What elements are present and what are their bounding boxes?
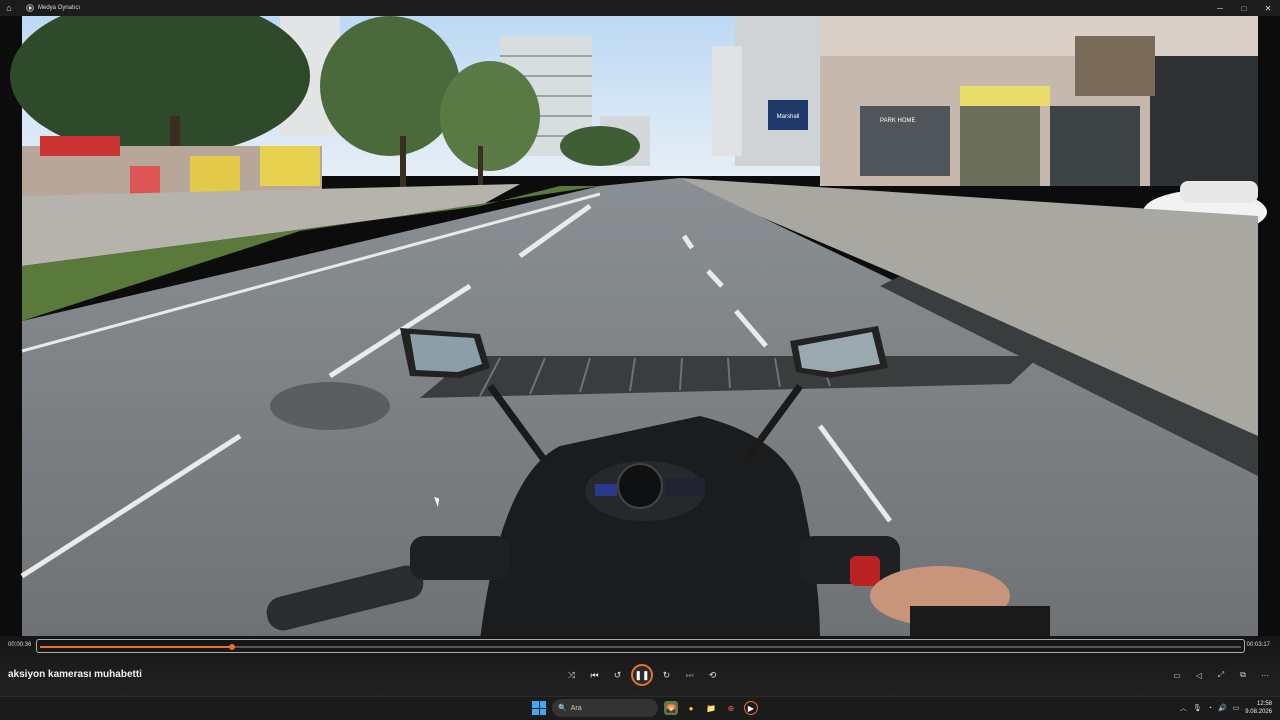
- more-options-button[interactable]: ⋯: [1256, 666, 1274, 684]
- shuffle-button[interactable]: ⤨: [562, 664, 581, 686]
- miniplayer-button[interactable]: ⧉: [1234, 666, 1252, 684]
- fullscreen-button[interactable]: ⤢: [1212, 666, 1230, 684]
- pause-button[interactable]: ❚❚: [631, 664, 653, 686]
- close-button[interactable]: ✕: [1256, 0, 1280, 16]
- forward-button[interactable]: ↻: [657, 664, 676, 686]
- secondary-controls: ▭ ◁ ⤢ ⧉ ⋯: [1168, 666, 1274, 684]
- rewind-button[interactable]: ↺: [608, 664, 627, 686]
- search-icon: 🔍: [558, 705, 567, 712]
- maximize-button[interactable]: □: [1232, 0, 1256, 16]
- battery-icon[interactable]: ▭: [1233, 704, 1240, 712]
- search-placeholder: Ara: [570, 704, 582, 712]
- window-controls: ─ □ ✕: [1208, 0, 1280, 16]
- seek-thumb[interactable]: [229, 644, 236, 650]
- store-sign: PARK HOME: [880, 118, 916, 124]
- microphone-icon[interactable]: 🎙: [1193, 704, 1202, 712]
- system-tray: ︿ 🎙 ◔ 🔊 ▭ 12:58 9.08.2026: [1180, 700, 1272, 716]
- chrome-icon[interactable]: ●: [684, 701, 698, 715]
- app-icon[interactable]: ⊕: [724, 701, 738, 715]
- clock[interactable]: 12:58 9.08.2026: [1245, 700, 1272, 716]
- seek-progress: [40, 646, 233, 648]
- shop-sign: Marshall: [777, 114, 800, 120]
- elapsed-time: 00:00:36: [8, 642, 32, 648]
- volume-icon[interactable]: 🔊: [1218, 704, 1227, 712]
- seek-track[interactable]: [40, 644, 1241, 650]
- wifi-icon[interactable]: ◔: [1208, 705, 1212, 712]
- transport-controls: ⤨ ⏮ ↺ ❚❚ ↻ ⏭ ⟲: [562, 664, 722, 686]
- title-bar: ⌂ Medya Oynatıcı ─ □ ✕: [0, 0, 1280, 16]
- minimize-button[interactable]: ─: [1208, 0, 1232, 16]
- volume-button[interactable]: ◁: [1190, 666, 1208, 684]
- subtitles-button[interactable]: ▭: [1168, 666, 1186, 684]
- widgets-icon[interactable]: 🌄: [664, 701, 678, 715]
- taskbar-search[interactable]: 🔍 Ara: [552, 699, 658, 717]
- taskbar-center: 🔍 Ara 🌄 ● 📁 ⊕ ▶: [532, 699, 758, 717]
- media-title: aksiyon kamerası muhabetti: [8, 669, 142, 680]
- file-explorer-icon[interactable]: 📁: [704, 701, 718, 715]
- media-player-taskbar-icon[interactable]: ▶: [744, 701, 758, 715]
- clock-date: 9.08.2026: [1245, 709, 1272, 715]
- window-title: Medya Oynatıcı: [38, 5, 81, 11]
- seek-bar[interactable]: [36, 639, 1245, 653]
- tray-chevron-icon[interactable]: ︿: [1180, 703, 1187, 713]
- repeat-button[interactable]: ⟲: [703, 664, 722, 686]
- video-scene: Marshall PARK HOME: [0, 16, 1280, 640]
- taskbar: 🔍 Ara 🌄 ● 📁 ⊕ ▶ ︿ 🎙 ◔ 🔊 ▭ 12:58 9.08.202…: [0, 696, 1280, 720]
- total-duration: 00:03:17: [1246, 642, 1270, 648]
- windows-start-icon[interactable]: [532, 701, 546, 715]
- clock-time: 12:58: [1256, 701, 1272, 707]
- home-icon[interactable]: ⌂: [0, 0, 18, 16]
- next-button[interactable]: ⏭: [680, 664, 699, 686]
- media-player-app-icon: [26, 4, 34, 12]
- previous-button[interactable]: ⏮: [585, 664, 604, 686]
- video-frame[interactable]: Marshall PARK HOME: [0, 16, 1280, 640]
